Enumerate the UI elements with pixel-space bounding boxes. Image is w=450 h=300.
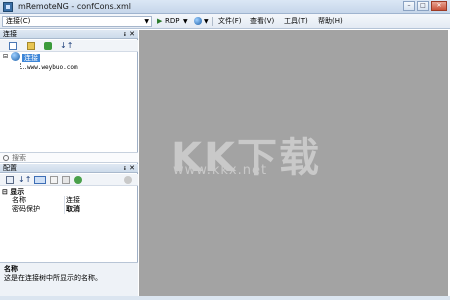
connections-tree: ⊟ 连接 www.weybuo.com	[0, 52, 138, 152]
description-text: 这是在连接树中所显示的名称。	[4, 274, 102, 282]
dropdown-arrow-icon: ▼	[144, 18, 149, 25]
left-dock: 连接 ᵻ ✕ ↓↑ ⊟ 连接 www.weybuo.com 搜索 配置 ᵻ ✕ …	[0, 30, 138, 296]
menu-tools[interactable]: 工具(T)	[284, 17, 308, 26]
property-key: 名称	[12, 196, 26, 204]
property-value[interactable]: 取消	[66, 205, 80, 214]
globe-icon[interactable]	[194, 17, 202, 25]
tree-expander-icon[interactable]: ⊟	[3, 53, 8, 60]
config-panel-header: 配置 ᵻ ✕	[0, 164, 138, 173]
property-key: 密码保护	[12, 205, 40, 213]
toolbar-separator	[212, 17, 213, 26]
app-icon	[3, 2, 13, 12]
description-title: 名称	[4, 265, 18, 273]
toolbar: 连接(C) ▼ ▶ RDP ▼ ▼ 文件(F) 查看(V) 工具(T) 帮助(H…	[0, 14, 450, 29]
tree-child-node[interactable]: www.weybuo.com	[27, 64, 78, 71]
tree-root-node[interactable]: 连接	[22, 53, 40, 63]
menu-view[interactable]: 查看(V)	[250, 17, 274, 26]
menu-help[interactable]: 帮助(H)	[318, 17, 343, 26]
property-description: 名称 这是在连接树中所显示的名称。	[0, 262, 138, 296]
protocol-dropdown-icon[interactable]: ▼	[183, 17, 188, 26]
inheritance-icon[interactable]	[50, 176, 58, 184]
connection-combo-value: 连接(C)	[6, 17, 31, 25]
connections-toolbar: ↓↑	[0, 40, 138, 52]
property-row-name[interactable]: 名称 连接	[0, 196, 136, 205]
title-bar: mRemoteNG - confCons.xml – □ ✕	[0, 0, 450, 14]
categorized-view-icon[interactable]	[6, 176, 14, 184]
sort-icon[interactable]: ↓↑	[60, 42, 73, 50]
globe-dropdown-icon[interactable]: ▼	[204, 17, 209, 26]
default-properties-icon[interactable]	[62, 176, 70, 184]
close-panel-icon[interactable]: ✕	[129, 30, 135, 39]
menu-file[interactable]: 文件(F)	[218, 17, 242, 26]
config-toolbar: ↓↑	[0, 174, 138, 186]
property-value[interactable]: 连接	[66, 196, 80, 205]
alphabetical-sort-icon[interactable]: ↓↑	[18, 176, 31, 184]
watermark-url: www.kkx.net	[173, 163, 268, 178]
search-input[interactable]: 搜索	[12, 154, 26, 162]
tree-connector	[20, 63, 26, 69]
pin-icon[interactable]: ᵻ	[124, 30, 126, 39]
search-bar[interactable]: 搜索	[0, 152, 138, 163]
config-panel-title: 配置	[3, 164, 17, 172]
search-icon	[3, 155, 9, 161]
connections-panel-title: 连接	[3, 30, 17, 38]
connect-icon[interactable]	[44, 42, 52, 50]
rdp-play-icon[interactable]: ▶	[157, 18, 164, 25]
maximize-button[interactable]: □	[417, 1, 429, 11]
close-panel-icon[interactable]: ✕	[129, 164, 135, 173]
rdp-protocol-button[interactable]: RDP	[165, 17, 179, 26]
connection-area: KK下载 www.kkx.net	[139, 30, 448, 296]
new-connection-icon[interactable]	[9, 42, 17, 50]
status-bar	[0, 296, 450, 300]
default-inheritance-icon[interactable]	[74, 176, 82, 184]
property-row-password[interactable]: 密码保护 取消	[0, 205, 136, 214]
connections-panel-header: 连接 ᵻ ✕	[0, 30, 138, 39]
host-status-icon	[124, 176, 132, 184]
new-folder-icon[interactable]	[27, 42, 35, 50]
window-title: mRemoteNG - confCons.xml	[18, 2, 132, 11]
connection-combo[interactable]: 连接(C) ▼	[2, 16, 152, 27]
minimize-button[interactable]: –	[403, 1, 415, 11]
pin-icon[interactable]: ᵻ	[124, 164, 126, 173]
close-button[interactable]: ✕	[431, 1, 447, 11]
properties-view-icon[interactable]	[34, 176, 46, 184]
tree-root-icon	[11, 52, 20, 61]
